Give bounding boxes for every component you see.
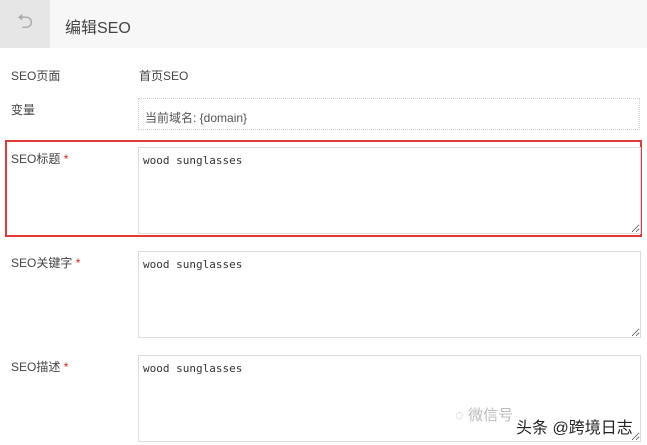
page-title: 编辑SEO	[65, 20, 131, 37]
seo-keywords-label: SEO关键字 *	[11, 256, 81, 270]
wechat-icon: ◌	[455, 407, 464, 424]
seo-title-input[interactable]: wood sunglasses	[138, 147, 641, 234]
variable-label: 变量	[11, 103, 36, 117]
seo-page-value: 首页SEO	[139, 69, 189, 83]
seo-title-label: SEO标题 *	[11, 152, 69, 166]
header: ⮌ 编辑SEO	[0, 0, 647, 48]
seo-page-label: SEO页面	[11, 69, 61, 83]
back-button[interactable]: ⮌	[0, 0, 50, 48]
undo-arrow-icon: ⮌	[16, 11, 34, 33]
wechat-watermark: ◌ 微信号	[455, 407, 514, 424]
seo-description-label: SEO描述 *	[11, 360, 69, 374]
toutiao-watermark: 头条 @跨境日志	[516, 420, 633, 437]
variable-field: 当前域名: {domain}	[138, 98, 640, 130]
seo-keywords-input[interactable]: wood sunglasses	[138, 251, 641, 338]
